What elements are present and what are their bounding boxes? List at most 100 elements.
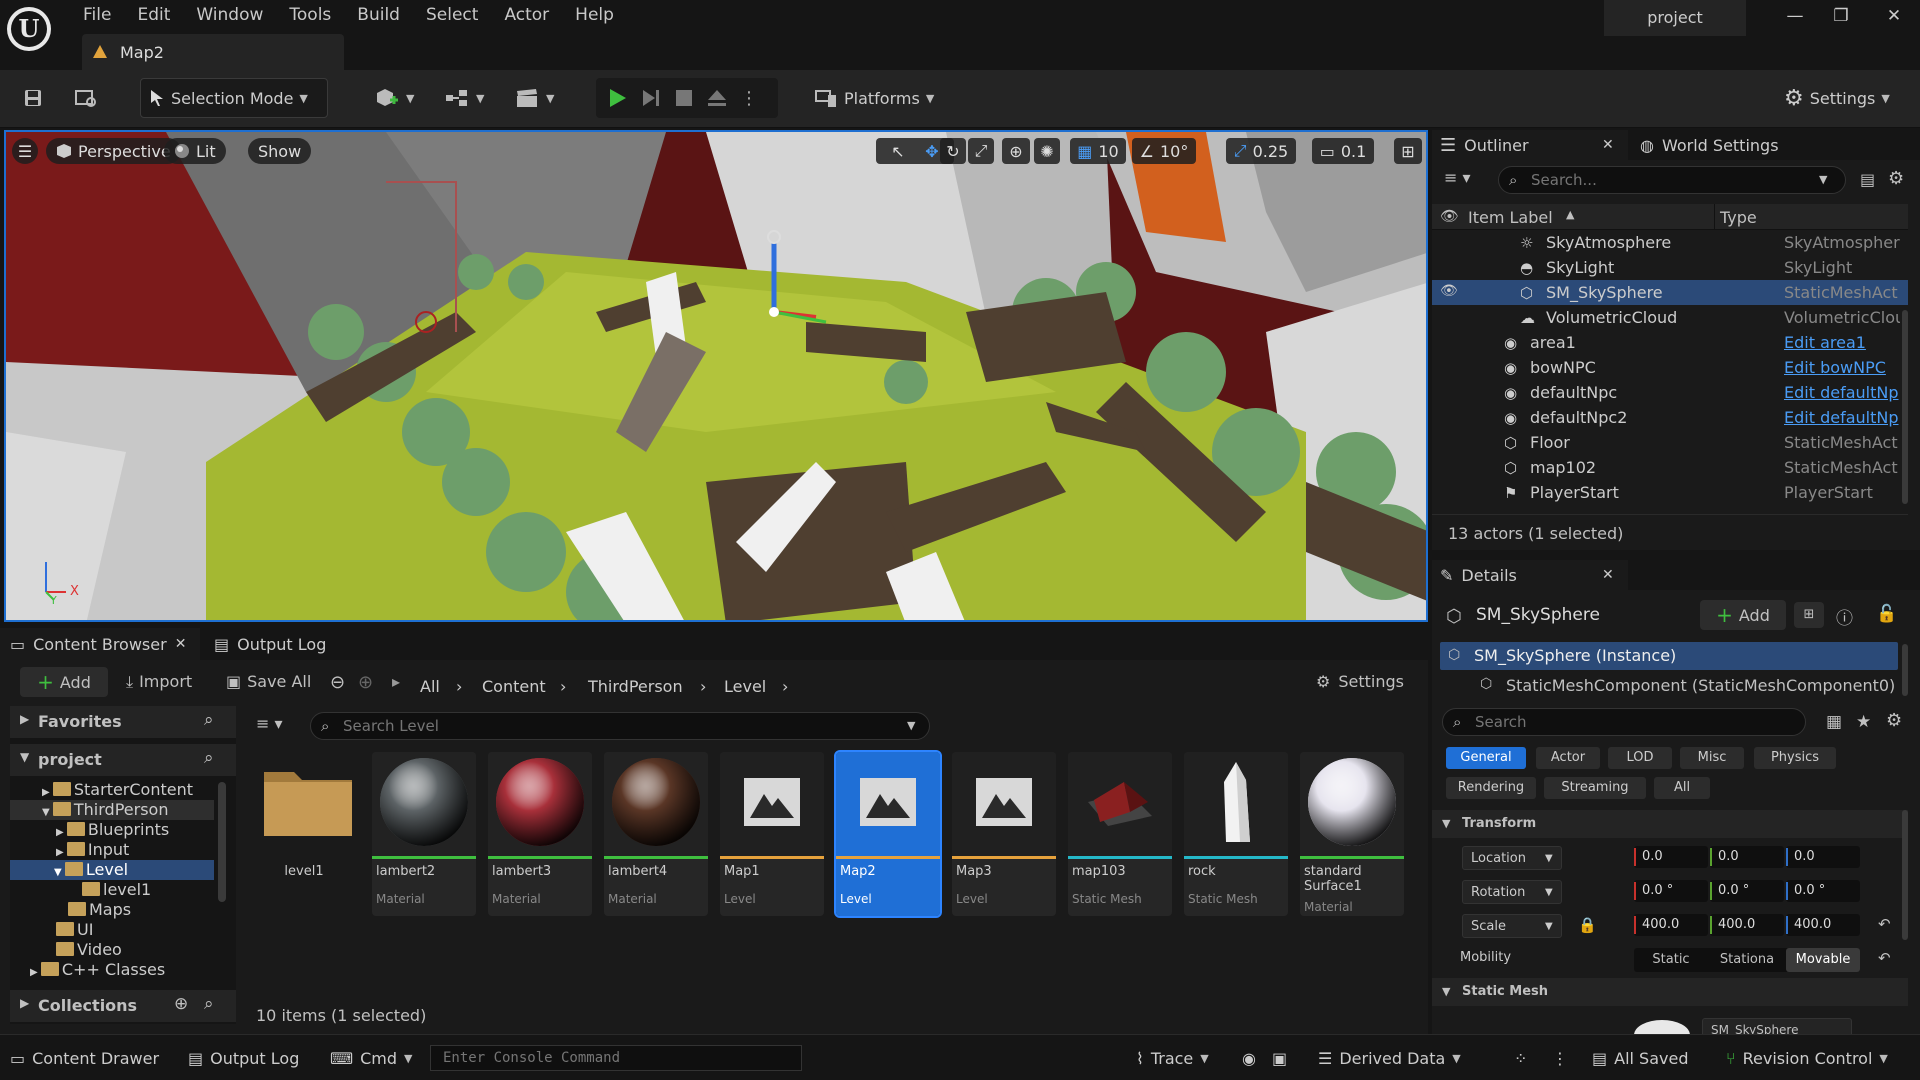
transform-section-header[interactable]: ▼ Transform — [1432, 810, 1908, 838]
menu-window[interactable]: Window — [183, 0, 276, 30]
favorites-header[interactable]: ▶ Favorites ⌕ — [10, 706, 236, 738]
reset-icon[interactable]: ↶ — [1878, 915, 1891, 933]
asset-search-box[interactable]: ⌕ ▼ — [310, 712, 930, 740]
location-x-input[interactable]: 0.0 — [1634, 846, 1708, 868]
blueprint-icon[interactable]: ⊞ — [1794, 602, 1824, 628]
component-instance-row[interactable]: ⬡ SM_SkySphere (Instance) — [1440, 642, 1898, 670]
outliner-row[interactable]: ◉ bowNPC Edit bowNPC — [1432, 355, 1908, 380]
search-icon[interactable]: ⌕ — [204, 710, 214, 730]
asset-tile[interactable]: level1 — [256, 752, 360, 916]
location-y-input[interactable]: 0.0 — [1710, 846, 1784, 868]
outliner-row-type[interactable]: Edit bowNPC — [1784, 358, 1900, 377]
rotation-dropdown[interactable]: Rotation ▼ — [1462, 880, 1562, 904]
tree-blueprints[interactable]: ▶ Blueprints — [56, 820, 169, 840]
eye-icon[interactable]: 👁 — [1440, 283, 1458, 299]
details-search-input[interactable] — [1475, 712, 1775, 732]
property-matrix-icon[interactable]: ▦ — [1826, 712, 1842, 732]
browse-icon[interactable] — [66, 78, 106, 118]
tab-world-settings[interactable]: ◍ World Settings — [1640, 130, 1779, 160]
stop-icon[interactable] — [674, 88, 694, 108]
asset-tile[interactable]: standard Surface1 Material — [1300, 752, 1404, 916]
breadcrumb-thirdperson[interactable]: ThirdPerson — [588, 672, 683, 702]
import-button[interactable]: ⤓ Import — [126, 672, 192, 692]
outliner-row[interactable]: ⬡ Floor StaticMeshAct — [1432, 430, 1908, 455]
source-control-icon[interactable]: ⁘ — [1514, 1045, 1527, 1071]
search-icon[interactable]: ⌕ — [204, 994, 214, 1014]
outliner-row[interactable]: ⚑ PlayerStart PlayerStart — [1432, 480, 1908, 505]
tree-maps[interactable]: Maps — [68, 900, 131, 920]
output-log-button[interactable]: ▤ Output Log — [188, 1045, 299, 1071]
all-saved-button[interactable]: ▤ All Saved — [1592, 1045, 1688, 1071]
blueprint-button[interactable]: ▼ — [436, 78, 492, 118]
tab-output-log[interactable]: ▤ Output Log — [214, 628, 326, 660]
platforms-button[interactable]: Platforms ▼ — [806, 78, 942, 118]
menu-select[interactable]: Select — [413, 0, 491, 30]
outliner-row[interactable]: ⬡ map102 StaticMeshAct — [1432, 455, 1908, 480]
static-mesh-picker[interactable]: SM_SkySphere — [1702, 1018, 1852, 1034]
close-icon[interactable]: ✕ — [1602, 567, 1614, 583]
filter-streaming[interactable]: Streaming — [1544, 777, 1646, 799]
breadcrumb-all[interactable]: All — [420, 672, 440, 702]
filter-actor[interactable]: Actor — [1536, 747, 1600, 769]
revision-control-button[interactable]: ⑂ Revision Control ▼ — [1726, 1045, 1888, 1071]
menu-help[interactable]: Help — [562, 0, 627, 30]
tree-startercontent[interactable]: ▶ StarterContent — [42, 780, 193, 800]
menu-file[interactable]: File — [70, 0, 124, 30]
outliner-row[interactable]: ◉ area1 Edit area1 — [1432, 330, 1908, 355]
filter-rendering[interactable]: Rendering — [1446, 777, 1536, 799]
add-component-button[interactable]: + Add — [1700, 600, 1786, 630]
close-icon[interactable]: ✕ — [1602, 137, 1614, 153]
lock-icon[interactable]: 🔒 — [1578, 916, 1597, 934]
more-options-icon[interactable]: ⋮ — [1552, 1045, 1568, 1071]
filter-all[interactable]: All — [1654, 777, 1710, 799]
add-actor-button[interactable]: ▼ — [366, 78, 422, 118]
tree-cpp-classes[interactable]: ▶ C++ Classes — [30, 960, 165, 980]
filter-lod[interactable]: LOD — [1608, 747, 1672, 769]
components-scrollbar[interactable] — [1902, 644, 1908, 696]
outliner-row[interactable]: 👁 ⬡ SM_SkySphere StaticMeshAct — [1432, 280, 1908, 305]
tab-details[interactable]: ✎ Details ✕ — [1432, 560, 1628, 590]
more-options-icon[interactable]: ⋮ — [740, 88, 758, 109]
unreal-logo[interactable]: U — [7, 7, 51, 51]
rotation-snap-button[interactable]: ∠ 10° — [1132, 138, 1196, 164]
layout-icon[interactable]: ⊞ — [1394, 138, 1422, 164]
star-icon[interactable]: ★ — [1856, 712, 1871, 732]
cmd-button[interactable]: ⌨ Cmd ▼ — [330, 1045, 412, 1071]
menu-edit[interactable]: Edit — [124, 0, 183, 30]
world-space-icon[interactable]: ⊕ — [1002, 138, 1030, 164]
help-icon[interactable]: ⓘ — [1836, 604, 1853, 629]
details-search-box[interactable]: ⌕ — [1442, 708, 1806, 736]
tree-thirdperson[interactable]: ▼ ThirdPerson — [10, 800, 214, 820]
close-icon[interactable]: ✕ — [175, 636, 187, 652]
select-tool-icon[interactable]: ↖ — [891, 142, 904, 161]
grid-snap-button[interactable]: ▦ 10 — [1070, 138, 1126, 164]
content-drawer-button[interactable]: ▭ Content Drawer — [10, 1045, 159, 1071]
tree-level[interactable]: ▼ Level — [10, 860, 214, 880]
filter-misc[interactable]: Misc — [1680, 747, 1744, 769]
tree-video[interactable]: Video — [56, 940, 122, 960]
scale-x-input[interactable]: 400.0 — [1634, 914, 1708, 936]
restore-icon[interactable]: ❐ — [1826, 6, 1856, 30]
move-tool-icon[interactable]: ✥ — [925, 142, 938, 161]
outliner-scrollbar[interactable] — [1902, 310, 1908, 504]
scale-snap-button[interactable]: ⤢ 0.25 — [1226, 138, 1296, 164]
filter-physics[interactable]: Physics — [1754, 747, 1836, 769]
menu-actor[interactable]: Actor — [491, 0, 562, 30]
breadcrumb-content[interactable]: Content — [482, 672, 546, 702]
outliner-row[interactable]: ◉ defaultNpc Edit defaultNp — [1432, 380, 1908, 405]
col-type[interactable]: Type — [1720, 208, 1757, 227]
asset-tile[interactable]: Map1 Level — [720, 752, 824, 916]
minimize-icon[interactable]: — — [1780, 6, 1810, 30]
back-icon[interactable]: ⊖ — [330, 672, 345, 693]
scale-y-input[interactable]: 400.0 — [1710, 914, 1784, 936]
reset-icon[interactable]: ↶ — [1878, 949, 1891, 967]
close-icon[interactable]: ✕ — [1879, 6, 1909, 30]
new-folder-icon[interactable]: ▤ — [1860, 170, 1875, 189]
component-row[interactable]: ⬡ StaticMeshComponent (StaticMeshCompone… — [1440, 672, 1898, 700]
menu-build[interactable]: Build — [344, 0, 413, 30]
settings-button[interactable]: ⚙ Settings ▼ — [1776, 78, 1898, 118]
asset-search-input[interactable] — [343, 716, 883, 736]
cb-settings-button[interactable]: ⚙ Settings — [1316, 672, 1404, 691]
viewport-menu-icon[interactable]: ☰ — [12, 138, 38, 164]
location-dropdown[interactable]: Location ▼ — [1462, 846, 1562, 870]
